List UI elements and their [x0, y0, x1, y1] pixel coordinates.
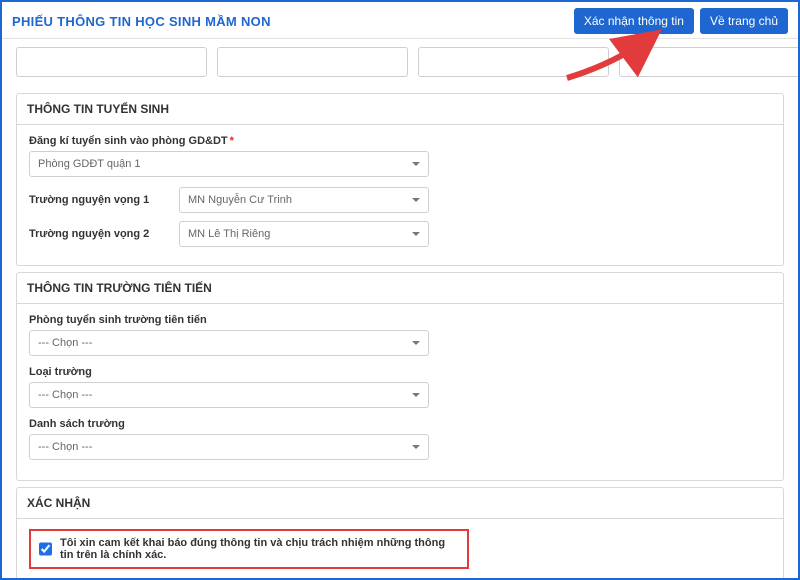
- top-input-4[interactable]: [619, 47, 800, 77]
- header-bar: PHIẾU THÔNG TIN HỌC SINH MẦM NON Xác nhậ…: [2, 2, 798, 39]
- panel-tien-tien-title: THÔNG TIN TRƯỜNG TIÊN TIẾN: [17, 273, 783, 304]
- phong-select-value: --- Chọn ---: [38, 337, 92, 349]
- commit-text: Tôi xin cam kết khai báo đúng thông tin …: [60, 537, 459, 561]
- chevron-down-icon: [412, 162, 420, 166]
- header-actions: Xác nhận thông tin Về trang chủ: [574, 8, 788, 34]
- chevron-down-icon: [412, 341, 420, 345]
- top-input-row: [12, 45, 788, 87]
- ds-select[interactable]: --- Chọn ---: [29, 434, 429, 460]
- chevron-down-icon: [412, 445, 420, 449]
- chevron-down-icon: [412, 232, 420, 236]
- nv2-select[interactable]: MN Lê Thị Riêng: [179, 221, 429, 247]
- ds-label: Danh sách trường: [29, 418, 771, 430]
- panel-tien-tien: THÔNG TIN TRƯỜNG TIÊN TIẾN Phòng tuyển s…: [16, 272, 784, 481]
- chevron-down-icon: [412, 393, 420, 397]
- gd-select[interactable]: Phòng GDĐT quận 1: [29, 151, 429, 177]
- nv2-label: Trường nguyện vọng 2: [29, 228, 179, 240]
- loai-select-value: --- Chọn ---: [38, 389, 92, 401]
- phong-select[interactable]: --- Chọn ---: [29, 330, 429, 356]
- panel-xac-nhan-title: XÁC NHẬN: [17, 488, 783, 519]
- commit-checkbox-row: Tôi xin cam kết khai báo đúng thông tin …: [29, 529, 469, 569]
- panel-tuyen-sinh-title: THÔNG TIN TUYỂN SINH: [17, 94, 783, 125]
- panel-xac-nhan: XÁC NHẬN Tôi xin cam kết khai báo đúng t…: [16, 487, 784, 580]
- ds-select-value: --- Chọn ---: [38, 441, 92, 453]
- confirm-info-button[interactable]: Xác nhận thông tin: [574, 8, 694, 34]
- nv1-label: Trường nguyện vọng 1: [29, 194, 179, 206]
- nv2-select-value: MN Lê Thị Riêng: [188, 228, 270, 240]
- loai-select[interactable]: --- Chọn ---: [29, 382, 429, 408]
- nv1-select-value: MN Nguyễn Cư Trinh: [188, 194, 292, 206]
- phong-label: Phòng tuyển sinh trường tiên tiến: [29, 314, 771, 326]
- chevron-down-icon: [412, 198, 420, 202]
- required-star: *: [230, 135, 234, 147]
- page-title: PHIẾU THÔNG TIN HỌC SINH MẦM NON: [12, 14, 271, 29]
- nv1-select[interactable]: MN Nguyễn Cư Trinh: [179, 187, 429, 213]
- gd-select-value: Phòng GDĐT quận 1: [38, 158, 141, 170]
- gd-label: Đăng kí tuyển sinh vào phòng GD&DT*: [29, 135, 771, 147]
- gd-label-text: Đăng kí tuyển sinh vào phòng GD&DT: [29, 135, 228, 147]
- loai-label: Loại trường: [29, 366, 771, 378]
- top-input-1[interactable]: [16, 47, 207, 77]
- top-input-3[interactable]: [418, 47, 609, 77]
- home-button[interactable]: Về trang chủ: [700, 8, 788, 34]
- panel-tuyen-sinh: THÔNG TIN TUYỂN SINH Đăng kí tuyển sinh …: [16, 93, 784, 266]
- commit-checkbox[interactable]: [39, 542, 52, 556]
- top-input-2[interactable]: [217, 47, 408, 77]
